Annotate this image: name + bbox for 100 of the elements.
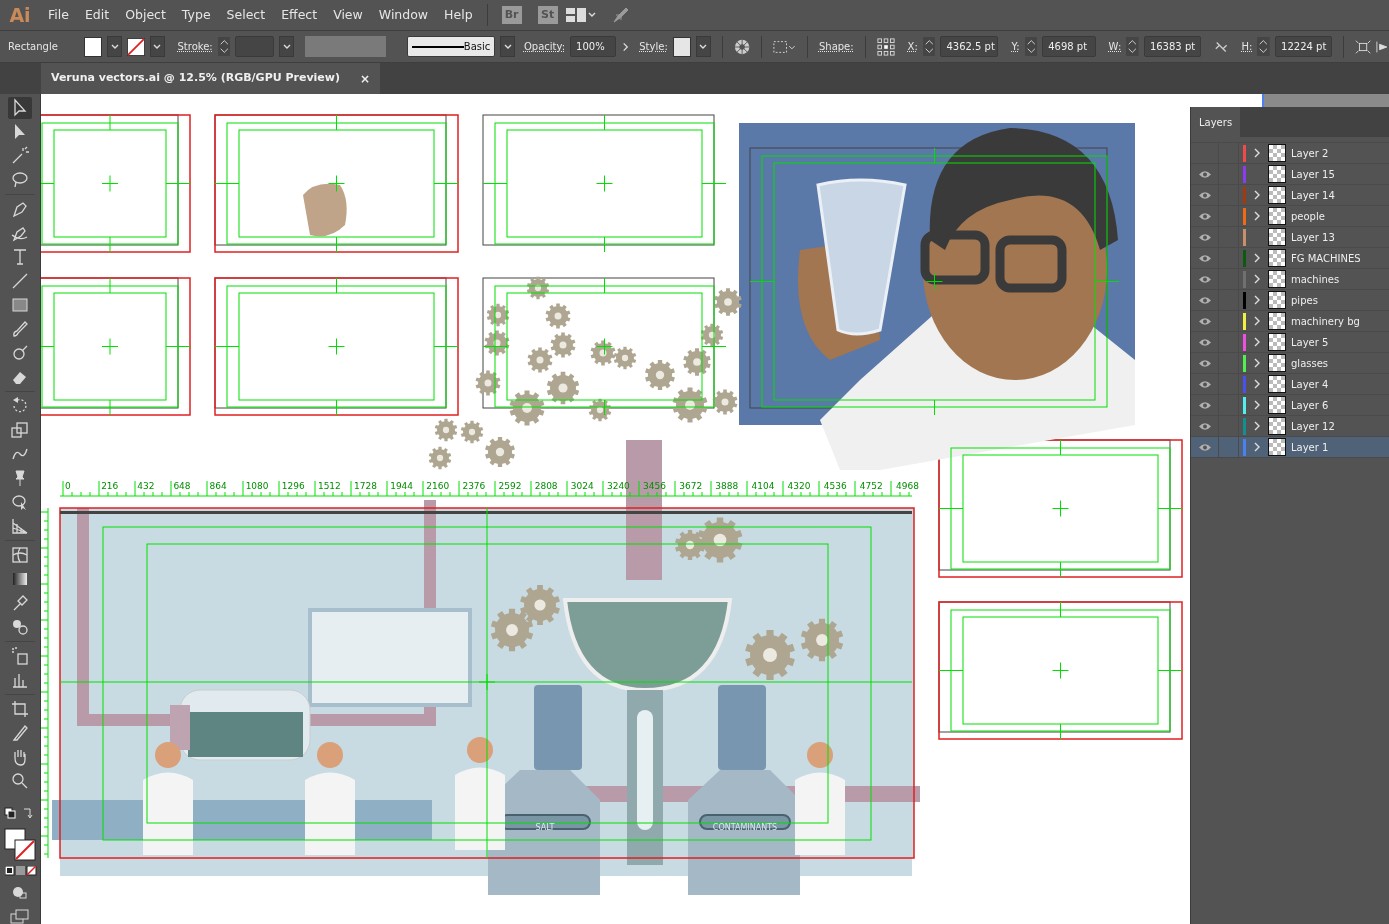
stepper-icon[interactable] (217, 36, 231, 57)
chevron-right-icon[interactable] (1253, 190, 1261, 200)
reference-point-icon[interactable] (876, 36, 895, 57)
opacity-field[interactable]: 100% (570, 36, 617, 57)
ruler-label: 4320 (787, 481, 811, 491)
line-tool-icon (10, 271, 30, 291)
fill-swatch[interactable] (84, 36, 103, 57)
chevron-right-icon[interactable] (1253, 274, 1261, 284)
y-field[interactable]: 4698 pt (1042, 36, 1096, 57)
height-field[interactable]: 12224 pt (1275, 36, 1333, 57)
color-mode-icons[interactable] (5, 866, 37, 876)
eye-icon[interactable] (1197, 211, 1212, 221)
transform-box-icon[interactable] (772, 38, 797, 55)
layer-thumbnail (1268, 291, 1286, 309)
layer-thumbnail (1268, 249, 1286, 267)
collapse-arrows-icon[interactable] (1355, 38, 1372, 55)
eye-icon[interactable] (1197, 190, 1212, 200)
menu-item[interactable]: Window (370, 5, 437, 25)
style-swatch[interactable] (672, 36, 691, 57)
chevron-right-icon[interactable] (1253, 295, 1261, 305)
layer-row[interactable]: people (1191, 206, 1389, 227)
arrow-right-icon[interactable] (621, 40, 631, 53)
eye-icon[interactable] (1197, 337, 1212, 347)
layer-row[interactable]: pipes (1191, 290, 1389, 311)
layer-row[interactable]: Layer 6 (1191, 395, 1389, 416)
close-tab-button[interactable]: × (360, 69, 371, 88)
layer-row[interactable]: Layer 4 (1191, 374, 1389, 395)
layer-row[interactable]: FG MACHINES (1191, 248, 1389, 269)
eye-icon[interactable] (1197, 400, 1212, 410)
layer-name: FG MACHINES (1291, 251, 1361, 266)
menu-item[interactable]: Effect (273, 5, 326, 25)
screen-mode-icon[interactable] (10, 908, 30, 924)
menu-item[interactable]: Help (436, 5, 481, 25)
brush-dropdown[interactable] (500, 36, 515, 57)
layer-row[interactable]: Layer 2 (1191, 143, 1389, 164)
layer-row[interactable]: machines (1191, 269, 1389, 290)
chevron-right-icon[interactable] (1253, 337, 1261, 347)
unlinked-chain-icon[interactable] (1214, 39, 1229, 54)
stepper-icon[interactable] (1257, 36, 1271, 57)
fill-dropdown[interactable] (107, 36, 122, 57)
selection-type-label: Rectangle (8, 40, 58, 54)
eye-icon[interactable] (1197, 316, 1212, 326)
menu-item[interactable]: View (325, 5, 371, 25)
stroke-weight-field[interactable] (235, 36, 275, 57)
layer-row[interactable]: Layer 14 (1191, 185, 1389, 206)
stepper-icon[interactable] (922, 36, 936, 57)
ruler-label: 2376 (462, 481, 486, 491)
chevron-right-icon[interactable] (1253, 211, 1261, 221)
layer-row[interactable]: Layer 5 (1191, 332, 1389, 353)
layer-row[interactable]: Layer 13 (1191, 227, 1389, 248)
eye-icon[interactable] (1197, 274, 1212, 284)
eye-icon[interactable] (1197, 379, 1212, 389)
eye-icon[interactable] (1197, 295, 1212, 305)
layer-thumbnail (1268, 186, 1286, 204)
stepper-icon[interactable] (1024, 36, 1038, 57)
menu-item[interactable]: Object (117, 5, 174, 25)
chevron-right-icon[interactable] (1253, 442, 1261, 452)
chevron-right-icon[interactable] (1253, 253, 1261, 263)
stroke-weight-dropdown[interactable] (279, 36, 294, 57)
chevron-right-icon[interactable] (1253, 358, 1261, 368)
menu-item[interactable]: Select (218, 5, 274, 25)
selection-tool-button[interactable] (8, 97, 32, 119)
menu-item[interactable]: File (40, 5, 77, 25)
chevron-right-icon[interactable] (1253, 421, 1261, 431)
x-field[interactable]: 4362.5 pt (940, 36, 999, 57)
style-dropdown[interactable] (696, 36, 711, 57)
panel-tab[interactable]: Layers (1191, 107, 1241, 137)
layer-name: pipes (1291, 293, 1318, 308)
chevron-right-icon[interactable] (1253, 400, 1261, 410)
eye-icon[interactable] (1197, 421, 1212, 431)
chevron-right-icon[interactable] (1253, 379, 1261, 389)
layer-name: people (1291, 209, 1325, 224)
ruler-label: 4752 (859, 481, 883, 491)
eye-icon[interactable] (1197, 169, 1212, 179)
layer-row[interactable]: glasses (1191, 353, 1389, 374)
layer-row[interactable]: Layer 15 (1191, 164, 1389, 185)
eye-icon[interactable] (1197, 442, 1212, 452)
ruler-label: 2592 (498, 481, 522, 491)
workspace-layout-icon[interactable] (565, 8, 586, 22)
stepper-icon[interactable] (1126, 36, 1139, 57)
menu-item[interactable]: Type (173, 5, 219, 25)
eye-icon[interactable] (1197, 232, 1212, 242)
eye-icon[interactable] (1197, 358, 1212, 368)
layer-row[interactable]: machinery bg (1191, 311, 1389, 332)
draw-mode-icon[interactable] (10, 884, 30, 900)
chevron-right-icon[interactable] (1253, 148, 1261, 158)
brush-definition-field[interactable]: Basic (406, 36, 496, 57)
chevron-right-icon[interactable] (1253, 316, 1261, 326)
recolor-wheel-icon[interactable] (733, 37, 750, 56)
variable-width-field[interactable] (304, 36, 387, 57)
layer-thumbnail (1268, 144, 1286, 162)
document-tab[interactable]: Veruna vectors.ai @ 12.5% (RGB/GPU Preview) (51, 70, 340, 87)
layer-row[interactable]: Layer 1 (1191, 437, 1389, 458)
ruler-label: 3024 (570, 481, 594, 491)
width-field[interactable]: 16383 pt (1143, 36, 1202, 57)
stroke-swatch[interactable] (126, 36, 145, 57)
fill-stroke-swatches[interactable] (4, 828, 36, 862)
menu-item[interactable]: Edit (76, 5, 118, 25)
stroke-dropdown[interactable] (149, 36, 165, 57)
eye-icon[interactable] (1197, 253, 1212, 263)
